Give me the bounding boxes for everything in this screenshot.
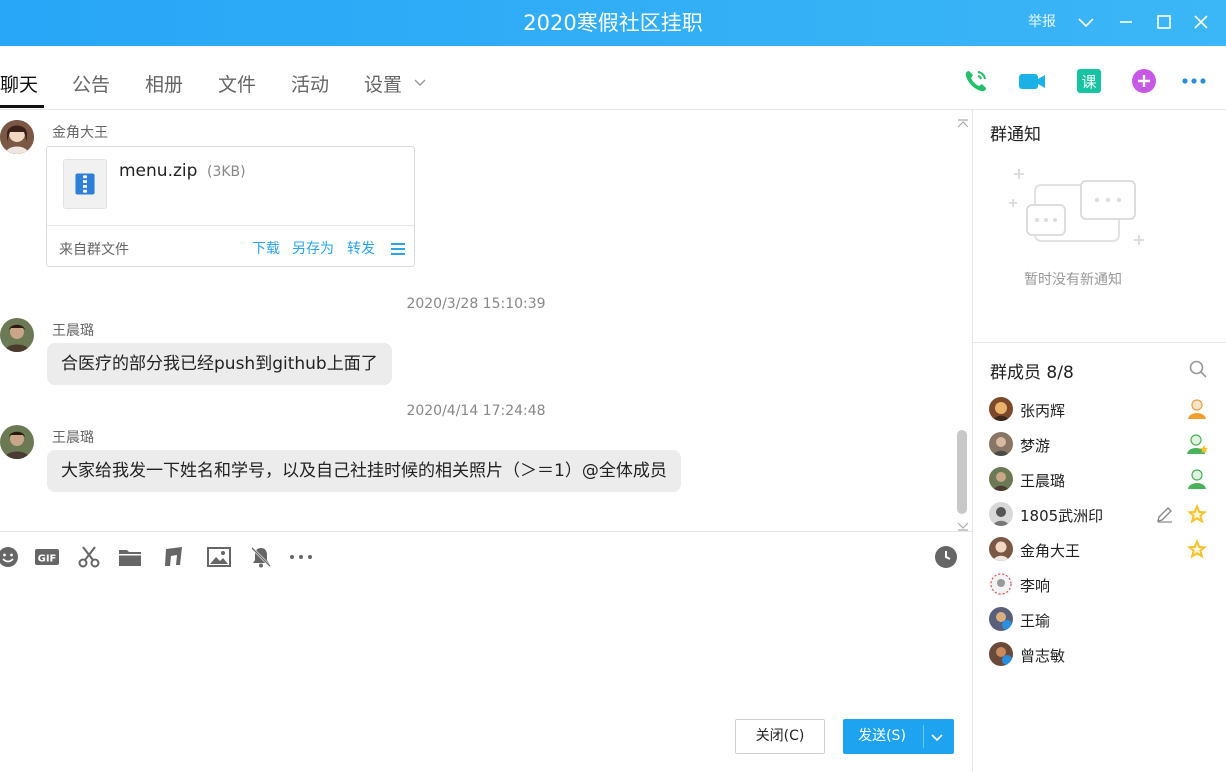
member-item[interactable]: 李响: [989, 570, 1219, 600]
message-bubble[interactable]: 大家给我发一下姓名和学号，以及自己社挂时候的相关照片（＞＝1）@全体成员: [47, 450, 681, 492]
file-size: (3KB): [207, 164, 246, 180]
star-icon: [1185, 537, 1209, 561]
members-title: 群成员 8/8: [990, 363, 1074, 383]
add-app-icon[interactable]: [1129, 66, 1159, 96]
minimize-icon[interactable]: [1115, 11, 1137, 33]
member-item[interactable]: 王瑜: [989, 605, 1219, 635]
member-name: 李响: [1020, 577, 1051, 595]
gif-icon[interactable]: GIF: [35, 545, 59, 569]
member-name: 王瑜: [1020, 612, 1051, 630]
download-link[interactable]: 下载: [252, 238, 280, 258]
send-button[interactable]: 发送(S): [843, 719, 954, 754]
svg-text:GIF: GIF: [38, 554, 57, 565]
avatar: [989, 467, 1013, 491]
member-item[interactable]: 金角大王: [989, 535, 1219, 565]
forward-link[interactable]: 转发: [347, 238, 375, 258]
zip-file-icon: [63, 159, 107, 209]
message-sender: 王晨璐: [52, 323, 94, 339]
member-item[interactable]: 梦游: [989, 430, 1219, 460]
tab-album[interactable]: 相册: [145, 70, 183, 97]
tab-files[interactable]: 文件: [218, 70, 256, 97]
group-info-panel: 群通知 暂时没有新通知 群成员 8/8 张丙辉 梦游 王晨璐 1805武洲印 金…: [973, 110, 1226, 772]
tab-settings[interactable]: 设置: [364, 70, 402, 97]
member-name: 曾志敏: [1020, 647, 1066, 665]
message-sender: 王晨璐: [52, 430, 94, 446]
emoji-icon[interactable]: [0, 545, 20, 569]
tab-announcement[interactable]: 公告: [72, 70, 110, 97]
avatar[interactable]: [0, 120, 34, 154]
star-icon: [1185, 502, 1209, 526]
send-button-label: 发送(S): [858, 728, 906, 744]
save-as-link[interactable]: 另存为: [292, 238, 334, 258]
search-icon[interactable]: [1188, 359, 1208, 379]
message-input[interactable]: [0, 580, 972, 710]
message-bubble[interactable]: 合医疗的部分我已经push到github上面了: [47, 343, 392, 385]
member-name: 张丙辉: [1020, 402, 1066, 420]
member-item[interactable]: 1805武洲印: [989, 500, 1219, 530]
chevron-down-icon[interactable]: [930, 730, 944, 744]
avatar: [989, 502, 1013, 526]
tab-activity[interactable]: 活动: [291, 70, 329, 97]
screenshot-scissors-icon[interactable]: [77, 545, 101, 569]
video-call-icon[interactable]: [1017, 66, 1047, 96]
avatar[interactable]: [0, 425, 34, 459]
input-divider: [0, 531, 972, 532]
mute-bell-icon[interactable]: [249, 545, 273, 569]
member-item[interactable]: 曾志敏: [989, 640, 1219, 670]
avatar: [989, 607, 1013, 631]
message-timestamp: 2020/4/14 17:24:48: [406, 403, 546, 419]
notice-title: 群通知: [990, 125, 1041, 145]
message-sender: 金角大王: [52, 125, 108, 141]
member-name: 金角大王: [1020, 542, 1081, 560]
member-name: 王晨璐: [1020, 472, 1066, 490]
image-icon[interactable]: [207, 545, 231, 569]
file-source: 来自群文件: [59, 242, 129, 258]
divider: [973, 342, 1226, 343]
history-clock-icon[interactable]: [934, 545, 958, 569]
file-name[interactable]: menu.zip: [119, 161, 197, 181]
svg-text:课: 课: [1081, 73, 1096, 91]
member-item[interactable]: 王晨璐: [989, 465, 1219, 495]
chevron-down-icon[interactable]: [1075, 11, 1097, 33]
chat-message-area: 金角大王 menu.zip (3KB) 来自群文件 下载 另存为 转发 2020…: [0, 110, 972, 531]
divider: [923, 725, 924, 748]
divider: [47, 225, 414, 226]
close-button[interactable]: 关闭(C): [735, 719, 825, 754]
scroll-top-icon[interactable]: [957, 114, 969, 128]
folder-icon[interactable]: [118, 545, 142, 569]
owner-icon: [1185, 397, 1209, 421]
music-icon[interactable]: [162, 545, 186, 569]
member-name: 1805武洲印: [1020, 507, 1104, 525]
more-dots-icon[interactable]: [289, 545, 313, 569]
scroll-bottom-icon[interactable]: [957, 516, 969, 531]
avatar: [989, 642, 1013, 666]
empty-notice-text: 暂时没有新通知: [1024, 272, 1122, 288]
chevron-down-icon[interactable]: [413, 75, 427, 89]
admin-icon: [1185, 467, 1209, 491]
avatar: [989, 397, 1013, 421]
menu-icon[interactable]: [390, 241, 406, 255]
empty-notice-illustration-icon: [1005, 165, 1147, 251]
maximize-icon[interactable]: [1153, 11, 1175, 33]
class-icon[interactable]: 课: [1074, 66, 1104, 96]
more-icon[interactable]: [1180, 66, 1210, 96]
avatar: [989, 432, 1013, 456]
tab-bar: 聊天 公告 相册 文件 活动 设置 课: [0, 46, 1226, 110]
tab-chat[interactable]: 聊天: [0, 70, 38, 97]
avatar[interactable]: [0, 318, 34, 352]
member-item[interactable]: 张丙辉: [989, 395, 1219, 425]
report-link[interactable]: 举报: [1028, 11, 1056, 31]
title-bar: 2020寒假社区挂职 举报: [0, 0, 1226, 46]
close-icon[interactable]: [1190, 11, 1212, 33]
avatar: [989, 572, 1013, 596]
phone-icon[interactable]: [961, 66, 991, 96]
file-message-card[interactable]: menu.zip (3KB) 来自群文件 下载 另存为 转发: [46, 146, 415, 267]
avatar: [989, 537, 1013, 561]
active-tab-indicator: [0, 105, 44, 108]
edit-pencil-icon[interactable]: [1155, 504, 1175, 524]
admin-icon: [1185, 432, 1209, 456]
scrollbar-thumb[interactable]: [957, 430, 967, 514]
member-name: 梦游: [1020, 437, 1051, 455]
message-timestamp: 2020/3/28 15:10:39: [406, 296, 546, 312]
